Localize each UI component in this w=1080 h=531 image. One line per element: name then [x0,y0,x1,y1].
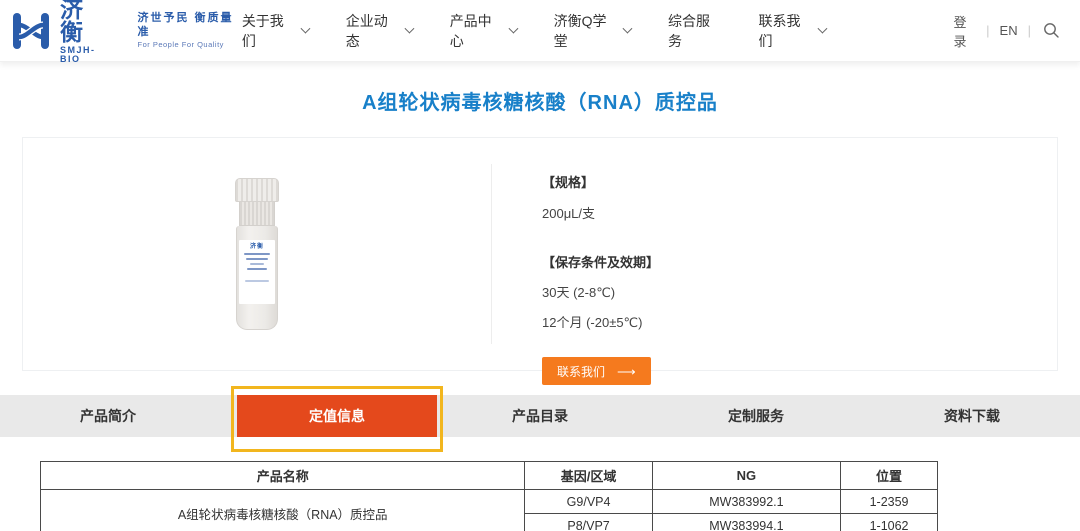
nav-item-services[interactable]: 综合服务 [668,11,722,51]
header-gene-region: 基因/区域 [525,462,652,490]
vial-label-brand: 济衡 [244,244,270,250]
vial-label-text-line [245,280,269,282]
brand-tagline-cn: 济世予民 衡质量准 [137,12,241,38]
brand-tagline: 济世予民 衡质量准 For People For Quality [137,12,241,48]
product-vial-image: 济衡 [234,178,280,330]
site-header: 济衡 SMJH-BIO 济世予民 衡质量准 For People For Qua… [0,0,1080,62]
product-tab-bar: 产品简介 产品目录 定制服务 资料下载 定值信息 [0,395,1080,437]
header-position: 位置 [841,462,938,490]
contact-us-button[interactable]: 联系我们 ⟶ [542,357,651,385]
storage-line-1: 30天 (2-8℃) [542,282,1057,301]
arrow-right-icon: ⟶ [617,365,636,378]
cell-position: 1-1062 [841,514,938,531]
cell-ng: MW383992.1 [652,490,840,514]
search-icon[interactable] [1043,22,1060,39]
vial-label-text-line [247,268,267,270]
table-row: A组轮状病毒核糖核酸（RNA）质控品 G9/VP4 MW383992.1 1-2… [41,490,938,514]
storage-line-2: 12个月 (-20±5℃) [542,312,1057,331]
nav-label: 产品中心 [450,11,503,51]
main-nav: 关于我们 企业动态 产品中心 济衡Q学堂 综合服务 联系我们 [242,11,826,51]
chevron-down-icon [508,24,518,34]
vial-label-text-line [250,263,264,265]
spec-heading: 【规格】 [542,172,1057,191]
vial-cap [235,178,279,202]
dna-h-logo-icon [10,10,52,52]
nav-label: 企业动态 [346,11,399,51]
nav-label: 联系我们 [759,11,812,51]
nav-label: 综合服务 [668,11,722,51]
storage-heading: 【保存条件及效期】 [542,252,1057,271]
vial-neck [239,202,275,226]
product-image-area: 济衡 [23,138,491,370]
chevron-down-icon [404,24,414,34]
nav-item-news[interactable]: 企业动态 [346,11,413,51]
nav-item-products[interactable]: 产品中心 [450,11,517,51]
vial-label-text-line [244,253,270,255]
language-toggle[interactable]: EN [1000,23,1018,38]
header-ng: NG [652,462,840,490]
cell-ng: MW383994.1 [652,514,840,531]
vial-label: 济衡 [239,240,275,304]
contact-us-label: 联系我们 [557,363,605,380]
spec-value: 200μL/支 [542,203,1057,222]
product-detail-card: 济衡 【规格】 200μL/支 【保存条件及效期】 30天 (2-8℃) 12个… [22,137,1058,371]
chevron-down-icon [817,24,827,34]
nav-item-q-academy[interactable]: 济衡Q学堂 [554,11,631,51]
nav-item-about[interactable]: 关于我们 [242,11,309,51]
brand-logo[interactable]: 济衡 SMJH-BIO 济世予民 衡质量准 For People For Qua… [10,0,242,64]
value-info-table-wrap: 产品名称 基因/区域 NG 位置 A组轮状病毒核糖核酸（RNA）质控品 G9/V… [40,461,1080,531]
cell-gene: P8/VP7 [525,514,652,531]
separator: | [1028,23,1031,38]
chevron-down-icon [623,24,633,34]
brand-tagline-en: For People For Quality [137,40,241,49]
login-link[interactable]: 登录 [953,12,976,50]
tab-downloads[interactable]: 资料下载 [864,395,1080,437]
nav-label: 济衡Q学堂 [554,11,618,51]
header-product-name: 产品名称 [41,462,525,490]
brand-name-en: SMJH-BIO [60,46,115,64]
product-spec-panel: 【规格】 200μL/支 【保存条件及效期】 30天 (2-8℃) 12个月 (… [492,138,1057,370]
vial-body: 济衡 [236,226,278,330]
cell-product-name: A组轮状病毒核糖核酸（RNA）质控品 [41,490,525,531]
table-header-row: 产品名称 基因/区域 NG 位置 [41,462,938,490]
separator: | [986,23,989,38]
vial-label-text-line [246,258,268,260]
tab-product-intro[interactable]: 产品简介 [0,395,216,437]
brand-name: 济衡 SMJH-BIO [60,0,115,64]
brand-name-cn: 济衡 [60,0,115,44]
tab-custom-services[interactable]: 定制服务 [648,395,864,437]
nav-item-contact[interactable]: 联系我们 [759,11,826,51]
tab-value-info-active[interactable]: 定值信息 [237,395,437,437]
value-info-table: 产品名称 基因/区域 NG 位置 A组轮状病毒核糖核酸（RNA）质控品 G9/V… [40,461,938,531]
chevron-down-icon [301,24,311,34]
cell-gene: G9/VP4 [525,490,652,514]
header-utilities: 登录 | EN | [953,12,1060,50]
tab-product-catalog[interactable]: 产品目录 [432,395,648,437]
nav-label: 关于我们 [242,11,295,51]
page-title: A组轮状病毒核糖核酸（RNA）质控品 [0,86,1080,115]
cell-position: 1-2359 [841,490,938,514]
